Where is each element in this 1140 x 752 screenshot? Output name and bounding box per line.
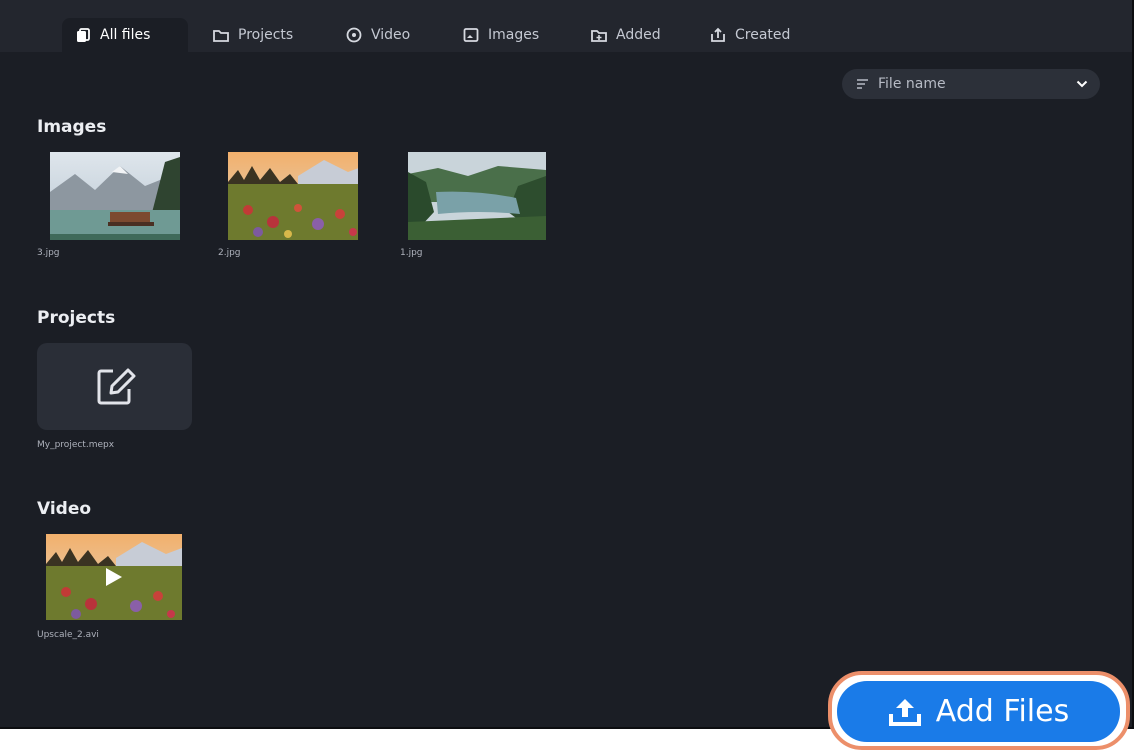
section-title-video: Video [37, 499, 92, 519]
tab-all-files[interactable]: All files [62, 18, 188, 52]
chevron-down-icon [1076, 80, 1088, 88]
tab-bar: All files Projects Video Images Added Cr… [0, 0, 1132, 52]
sort-label: File name [878, 76, 946, 92]
tab-label: Added [616, 27, 661, 43]
tab-projects[interactable]: Projects [200, 18, 312, 52]
file-name: 3.jpg [37, 248, 60, 258]
video-thumbnail[interactable] [46, 534, 182, 620]
file-name: My_project.mepx [37, 440, 115, 450]
image-thumbnail[interactable] [228, 152, 358, 240]
sort-dropdown[interactable]: File name [842, 69, 1100, 99]
media-library-window: All files Projects Video Images Added Cr… [0, 0, 1134, 729]
add-files-button[interactable]: Add Files [837, 681, 1120, 742]
tab-label: All files [100, 27, 151, 43]
added-icon [591, 30, 607, 42]
tab-created[interactable]: Created [697, 18, 809, 52]
tab-images[interactable]: Images [450, 18, 558, 52]
tab-added[interactable]: Added [578, 18, 678, 52]
tab-label: Images [488, 27, 540, 43]
sort-icon [857, 79, 868, 89]
edit-icon [97, 368, 135, 404]
file-name: Upscale_2.avi [37, 630, 99, 640]
file-name: 1.jpg [400, 248, 423, 258]
section-title-images: Images [37, 117, 107, 137]
upload-icon [888, 698, 921, 726]
forest-river-image [408, 152, 546, 240]
files-icon [77, 28, 90, 42]
image-thumbnail[interactable] [50, 152, 180, 240]
section-title-projects: Projects [37, 308, 116, 328]
meadow-flowers-image [228, 152, 358, 240]
add-files-label: Add Files [935, 694, 1070, 729]
created-icon [711, 27, 725, 42]
file-name: 2.jpg [218, 248, 241, 258]
tab-label: Projects [238, 27, 294, 43]
lake-mountains-image [50, 152, 180, 240]
video-icon [346, 27, 362, 43]
folder-icon [213, 30, 229, 42]
tab-video[interactable]: Video [333, 18, 428, 52]
image-thumbnail[interactable] [408, 152, 546, 240]
tab-label: Created [735, 27, 791, 43]
meadow-video-image [46, 534, 182, 620]
tab-label: Video [371, 27, 411, 43]
project-card[interactable] [37, 343, 192, 430]
image-icon [463, 28, 479, 42]
